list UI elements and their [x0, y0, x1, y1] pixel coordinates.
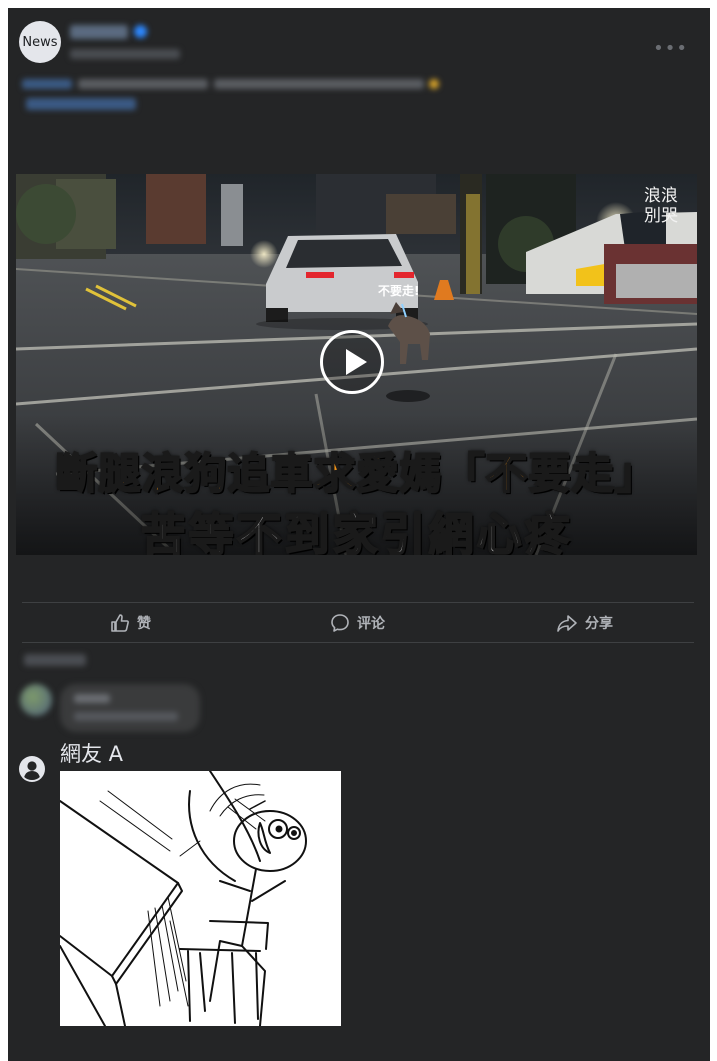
comment-button[interactable]: 评论 — [330, 610, 385, 636]
table-flip-drawing — [60, 771, 307, 1026]
post-link-blurred[interactable] — [26, 98, 136, 110]
comment-username[interactable]: 網友 A — [60, 738, 123, 768]
share-arrow-icon — [557, 615, 577, 632]
video-caption-line2: 苦等不到家引網心疼 — [139, 507, 573, 555]
post-text-blurred — [22, 76, 442, 90]
comment-bubble-icon — [331, 614, 349, 632]
commenter-avatar-blurred[interactable] — [20, 684, 52, 716]
page-avatar[interactable]: News — [19, 21, 61, 63]
actions-divider-top — [22, 602, 694, 603]
like-label: 赞 — [137, 616, 151, 632]
more-options-icon[interactable]: ••• — [653, 38, 688, 59]
like-button[interactable]: 赞 — [110, 610, 151, 636]
comment-bubble-blurred — [60, 684, 200, 732]
share-button[interactable]: 分享 — [556, 610, 613, 636]
meme-image-table-flip[interactable] — [60, 771, 341, 1026]
video-caption-line1: 斷腿浪狗追車求愛媽「不要走」 — [54, 448, 658, 499]
dog-speech-label: 不要走! — [378, 284, 420, 298]
video-watermark: 浪浪 別哭 — [644, 186, 678, 226]
page-name-blurred[interactable] — [70, 25, 128, 39]
actions-divider-bottom — [22, 642, 694, 643]
verified-badge-icon — [134, 25, 147, 38]
user-circle-icon[interactable] — [19, 756, 45, 782]
comment-label: 评论 — [357, 616, 385, 632]
thumbs-up-icon — [111, 614, 129, 632]
facebook-post-card: News ••• 浪浪 別哭 不要走! 斷腿浪狗追車求愛媽「不要走」 苦等不到家… — [8, 8, 710, 1061]
video-player[interactable]: 浪浪 別哭 不要走! 斷腿浪狗追車求愛媽「不要走」 苦等不到家引網心疼 — [16, 174, 697, 555]
comment-sort-blurred[interactable] — [24, 654, 86, 666]
play-icon[interactable] — [320, 330, 384, 394]
page-avatar-label: News — [22, 34, 58, 50]
post-timestamp-blurred[interactable] — [70, 49, 180, 59]
share-label: 分享 — [585, 616, 613, 632]
